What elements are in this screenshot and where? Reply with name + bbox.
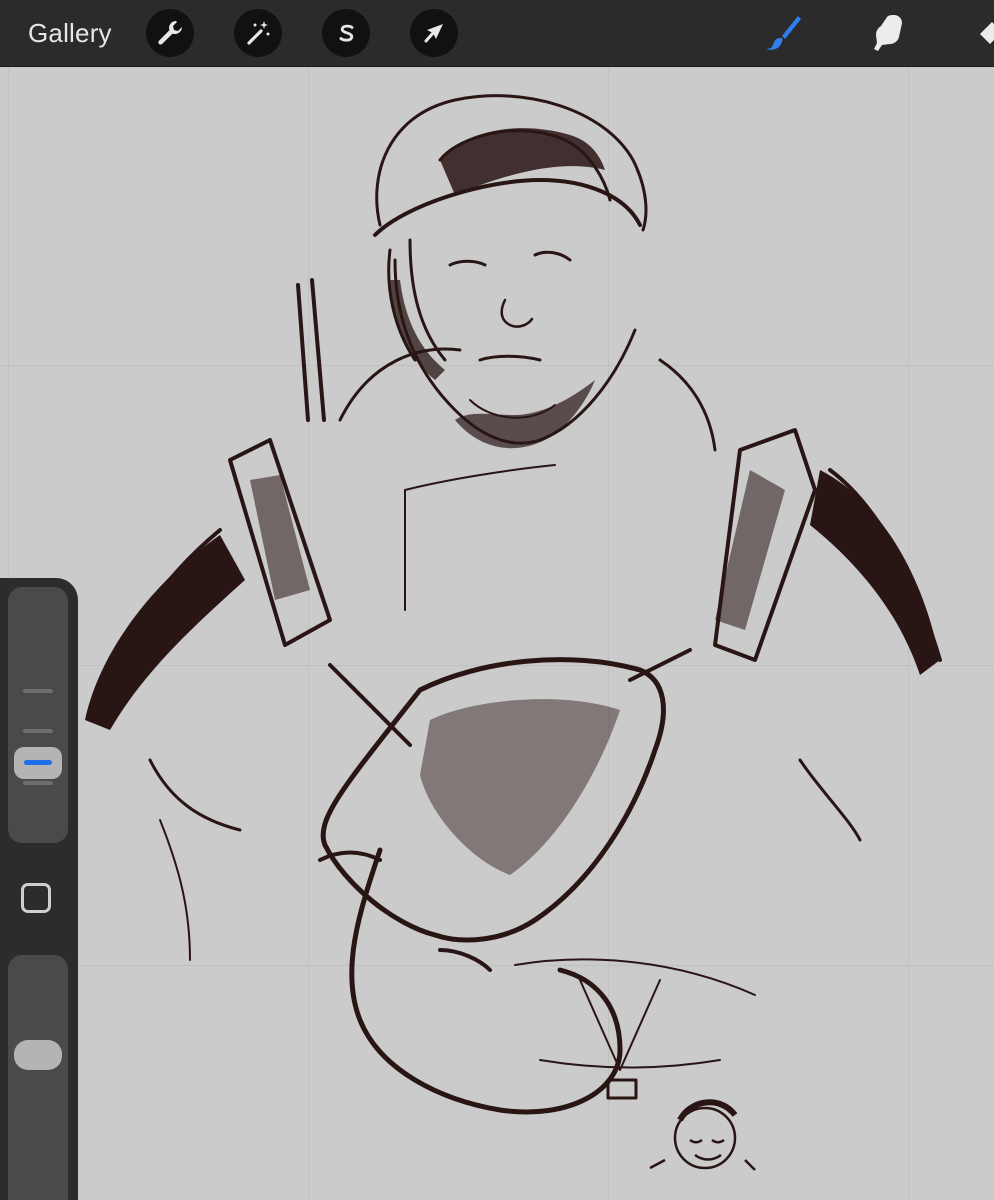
paintbrush-icon [766,16,801,50]
eraser-icon [980,22,994,44]
smudge-button[interactable] [866,10,912,56]
brush-size-slider[interactable] [8,587,68,843]
transform-button[interactable] [410,9,458,57]
drawing-canvas[interactable] [0,67,994,1200]
brush-size-indicator [24,760,52,765]
size-tick [23,781,53,785]
modify-button[interactable] [21,883,51,913]
sketch-artwork [85,94,942,1171]
magic-wand-icon [247,21,270,45]
left-sidebar [0,578,78,1200]
opacity-slider[interactable] [8,955,68,1200]
wrench-icon [158,21,183,45]
eraser-button[interactable] [970,10,994,56]
smudge-finger-icon [874,15,902,51]
adjustments-button[interactable] [234,9,282,57]
brush-button[interactable] [760,10,806,56]
selection-s-icon [339,24,354,42]
brush-size-thumb[interactable] [14,747,62,779]
size-tick [23,729,53,733]
top-toolbar: Gallery [0,0,994,67]
opacity-thumb[interactable] [14,1040,62,1070]
gallery-button[interactable]: Gallery [28,18,112,48]
arrow-cursor-icon [424,24,443,43]
selection-button[interactable] [322,9,370,57]
actions-button[interactable] [146,9,194,57]
size-tick [23,689,53,693]
